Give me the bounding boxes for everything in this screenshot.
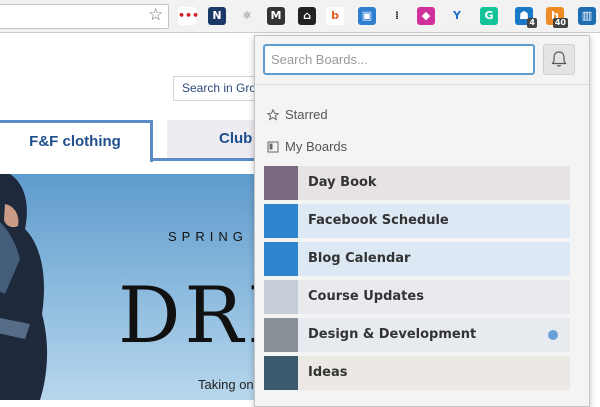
tab-ff-clothing[interactable]: F&F clothing [0,120,153,162]
yoast-icon[interactable]: Y [448,7,466,25]
my-boards-label: My Boards [285,139,348,154]
board-thumbnail [264,356,298,390]
hero-tagline: Taking on [198,377,254,392]
hero-spring-text: SPRING [168,229,248,244]
n-extension-icon[interactable]: N [208,7,226,25]
tag-icon[interactable]: ◆ [417,7,435,25]
trello-icon[interactable]: ▥ [578,7,596,25]
board-name: Facebook Schedule [308,213,449,228]
notifications-button[interactable] [543,44,575,75]
yoast-glyph: Y [453,9,461,22]
screen-capture-glyph: ▣ [361,9,373,22]
board-thumbnail [264,204,298,238]
extension-badge: 4 [527,18,537,28]
mailchimp-glyph: M [270,9,282,22]
trello-glyph: ▥ [581,9,593,22]
b-extension-glyph: b [331,9,339,22]
board-item[interactable]: Course Updates [264,280,570,314]
grammarly-icon[interactable]: G [480,7,498,25]
board-icon [267,141,279,153]
board-thumbnail [264,318,298,352]
board-name: Course Updates [308,289,424,304]
tab-underline [153,158,263,161]
extension-badge: 40 [552,18,568,28]
tag-glyph: ◆ [421,9,431,22]
hero-headline: DRE [118,271,270,361]
popup-divider [255,84,589,85]
react-devtools-icon[interactable]: ⚛ [238,7,256,25]
b-extension-icon[interactable]: b [326,7,344,25]
ghostery-icon[interactable]: ☗ 4 [515,7,537,28]
grammarly-glyph: G [484,9,494,22]
board-item[interactable]: Ideas [264,356,570,390]
star-icon [267,109,279,121]
honey-icon[interactable]: h 40 [546,7,568,28]
starred-label: Starred [285,107,328,122]
lastpass-icon[interactable]: ••• [178,7,200,25]
board-thumbnail [264,242,298,276]
board-thumbnail [264,166,298,200]
owl-icon[interactable]: ⌂ [298,7,316,25]
sound-bars-icon[interactable]: ⁞ [388,7,406,25]
unread-indicator [548,330,558,340]
board-name: Ideas [308,365,348,380]
board-name: Design & Development [308,327,477,342]
board-thumbnail [264,280,298,314]
owl-glyph: ⌂ [303,9,311,22]
bookmark-star-icon[interactable]: ☆ [148,6,163,24]
model-photo [0,174,48,400]
trello-popup: Starred My Boards Day Book Facebook Sched… [254,35,590,407]
board-item[interactable]: Facebook Schedule [264,204,570,238]
sound-bars-glyph: ⁞ [394,9,400,22]
bell-icon [551,51,567,67]
n-extension-glyph: N [212,9,222,22]
board-item[interactable]: Blog Calendar [264,242,570,276]
hero-banner: SPRING DRE Taking on [0,174,270,400]
screen-capture-icon[interactable]: ▣ [358,7,376,25]
mailchimp-icon[interactable]: M [267,7,285,25]
lastpass-glyph: ••• [178,9,200,22]
react-devtools-glyph: ⚛ [242,9,252,22]
search-boards-input[interactable] [263,44,535,75]
tab-club[interactable]: Club [167,120,267,158]
board-item[interactable]: Design & Development [264,318,570,352]
address-bar[interactable] [0,4,169,29]
board-name: Day Book [308,175,377,190]
browser-toolbar: ☆ ••• N ⚛ M ⌂ b ▣ ⁞ ◆ Y G ☗ 4 h 40 ▥ [0,0,600,33]
board-item[interactable]: Day Book [264,166,570,200]
board-name: Blog Calendar [308,251,411,266]
